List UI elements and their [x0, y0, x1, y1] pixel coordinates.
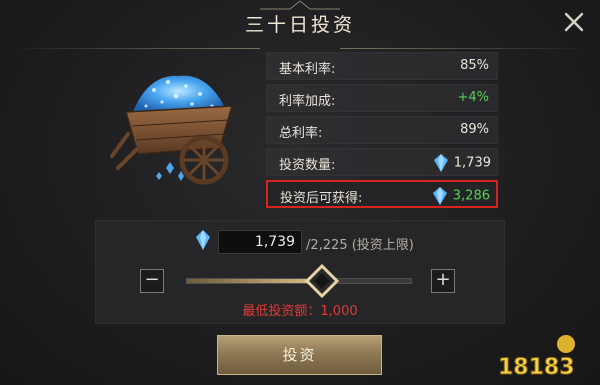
amount-limit-text: /2,225 (投资上限) — [306, 238, 414, 253]
diamond-icon — [196, 230, 210, 250]
stat-label: 投资数量: — [279, 158, 336, 173]
stat-value: 3,286 — [452, 188, 490, 204]
watermark-logo: 18183 — [498, 335, 575, 380]
stat-value: 89% — [460, 122, 489, 137]
stat-value-wrapper: 1,739 — [433, 154, 491, 172]
stat-row-total-rate: 总利率: 89% — [266, 116, 498, 144]
close-icon[interactable] — [560, 8, 588, 36]
title-divider-right — [340, 48, 590, 49]
stat-label: 利率加成: — [279, 94, 336, 109]
stat-value: 1,739 — [453, 155, 491, 171]
amount-slider-track[interactable] — [186, 278, 412, 284]
stat-label: 总利率: — [279, 126, 323, 141]
stat-row-base-rate: 基本利率: 85% — [266, 52, 498, 80]
slider-handle-icon[interactable] — [304, 264, 339, 298]
title-divider-left — [10, 48, 260, 49]
diamond-cart-image — [110, 75, 234, 185]
stat-label: 投资后可获得: — [280, 191, 363, 206]
stat-value: 85% — [460, 58, 489, 73]
dialog-title: 三十日投资 — [244, 14, 355, 36]
investment-dialog: 三十日投资 基本利率: 85% 利率加成: +4% 总利率: 89% 投资数量:… — [0, 0, 600, 385]
decrease-button[interactable]: − — [140, 269, 164, 293]
minimum-amount-text: 最低投资额：1,000 — [242, 304, 358, 319]
stat-label: 基本利率: — [279, 62, 336, 77]
diamond-icon — [433, 154, 448, 172]
increase-button[interactable]: + — [431, 269, 455, 293]
top-ornament-icon — [260, 0, 340, 10]
stat-value: +4% — [457, 90, 489, 105]
amount-slider-fill — [187, 279, 322, 283]
stat-row-expected-return: 投资后可获得: 3,286 — [266, 180, 498, 208]
diamond-icon — [432, 187, 447, 205]
stat-row-invest-amount: 投资数量: 1,739 — [266, 148, 498, 176]
stat-value-wrapper: 3,286 — [432, 187, 490, 205]
stat-row-rate-bonus: 利率加成: +4% — [266, 84, 498, 112]
amount-input[interactable] — [218, 230, 302, 254]
watermark-text: 18183 — [498, 355, 575, 380]
invest-button[interactable]: 投资 — [217, 335, 382, 375]
